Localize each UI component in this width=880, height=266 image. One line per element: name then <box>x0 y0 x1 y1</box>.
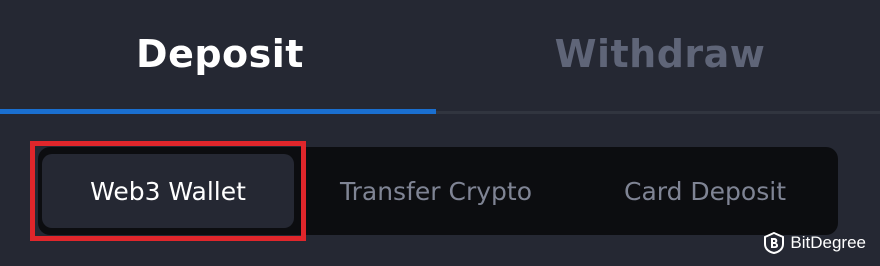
active-tab-indicator <box>0 109 436 114</box>
watermark-text: BitDegree <box>790 233 866 252</box>
card-deposit-option[interactable]: Card Deposit <box>578 147 832 235</box>
deposit-method-selector: Web3 Wallet Transfer Crypto Card Deposit <box>38 147 838 235</box>
tab-deposit[interactable]: Deposit <box>0 0 440 108</box>
tab-withdraw[interactable]: Withdraw <box>440 0 880 108</box>
transfer-crypto-option[interactable]: Transfer Crypto <box>306 147 566 235</box>
web3-wallet-option[interactable]: Web3 Wallet <box>42 154 294 228</box>
deposit-withdraw-tabs: Deposit Withdraw <box>0 0 880 114</box>
bitdegree-logo-icon <box>764 232 785 254</box>
bitdegree-watermark: BitDegree <box>764 232 866 254</box>
